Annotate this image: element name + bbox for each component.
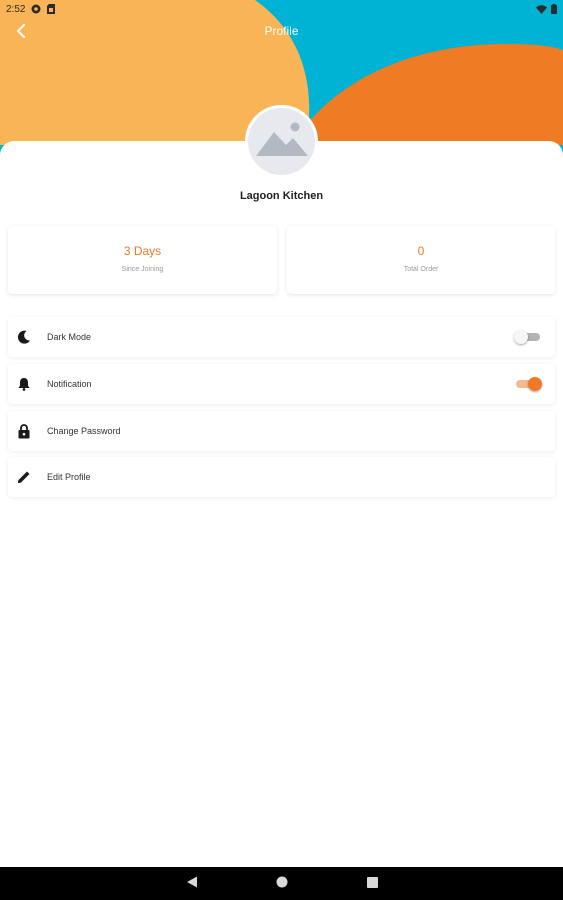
setting-dark-mode[interactable]: Dark Mode: [8, 317, 555, 357]
status-time: 2:52: [6, 3, 26, 15]
stat-value: 3 Days: [123, 244, 162, 258]
setting-notification[interactable]: Notification: [8, 364, 555, 404]
wifi-icon: [536, 4, 547, 14]
back-triangle-icon: [186, 875, 198, 893]
stat-label: Total Order: [403, 266, 439, 273]
status-bar: 2:52: [0, 0, 563, 18]
image-placeholder-icon: [254, 118, 310, 165]
stat-card-since-joining: 3 Days Since Joining: [8, 226, 277, 294]
stat-value: 0: [417, 244, 425, 258]
setting-change-password[interactable]: Change Password: [8, 411, 555, 451]
dark-mode-toggle[interactable]: [514, 330, 540, 344]
toggle-thumb: [528, 377, 542, 391]
nav-recents-button[interactable]: [365, 877, 379, 891]
notification-toggle[interactable]: [516, 377, 542, 391]
home-circle-icon: [276, 875, 288, 893]
lock-icon: [16, 423, 32, 439]
bell-icon: [16, 376, 32, 392]
nav-back-button[interactable]: [185, 875, 199, 893]
recents-square-icon: [366, 875, 378, 893]
setting-label: Edit Profile: [47, 472, 91, 482]
setting-label: Change Password: [47, 426, 121, 436]
toggle-thumb: [514, 330, 528, 344]
setting-label: Dark Mode: [47, 332, 92, 342]
nav-home-button[interactable]: [275, 875, 289, 893]
settings-icon: [31, 4, 41, 14]
setting-label: Notification: [47, 379, 92, 389]
stat-card-total-order: 0 Total Order: [287, 226, 555, 294]
battery-icon: [551, 4, 557, 14]
app-bar: Profile: [0, 18, 563, 48]
setting-edit-profile[interactable]: Edit Profile: [8, 457, 555, 497]
stat-label: Since Joining: [121, 266, 164, 273]
page-title: Profile: [264, 24, 299, 38]
pencil-icon: [16, 469, 32, 485]
sim-card-icon: [47, 4, 56, 14]
system-nav-bar: [0, 867, 563, 900]
avatar[interactable]: [245, 105, 318, 178]
moon-icon: [16, 329, 32, 345]
profile-name: Lagoon Kitchen: [239, 190, 324, 202]
